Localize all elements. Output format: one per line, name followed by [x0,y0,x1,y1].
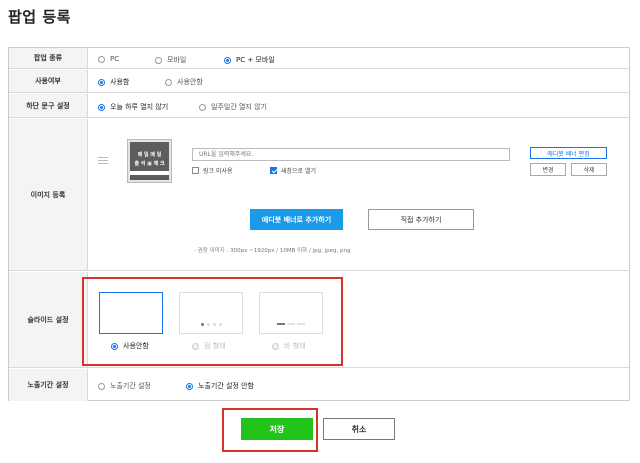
radio-today-indicator[interactable] [98,103,105,111]
radio-use-indicator[interactable] [98,78,105,86]
radio-week[interactable]: 일주일간 열지 않기 [199,102,267,112]
radio-exposure-unset[interactable]: 노출기간 설정 안함 [186,381,254,391]
radio-mobile[interactable]: 모바일 [155,55,186,65]
no-link-checkbox-box[interactable] [192,167,199,174]
radio-exposure-set[interactable]: 노출기간 설정 [98,381,151,391]
image-label: 이미지 등록 [9,119,88,270]
row-popup-type: 팝업 종류 PC 모바일 PC + 모바일 [9,48,629,69]
radio-mobile-label: 모바일 [167,56,187,64]
radio-pc-mobile-indicator[interactable] [224,56,231,64]
radio-pc-mobile[interactable]: PC + 모바일 [224,55,275,65]
add-editbot-banner-button[interactable]: 에디봇 배너로 추가하기 [250,209,343,230]
row-bottom-text: 하단 문구 설정 오늘 하루 열지 않기 일주일간 열지 않기 [9,94,629,118]
row-exposure: 노출기간 설정 노출기간 설정 노출기간 설정 안함 [9,369,629,401]
radio-mobile-indicator[interactable] [155,56,162,64]
drag-handle-icon[interactable] [98,157,108,164]
radio-pc-label: PC [110,55,120,63]
no-link-checkbox[interactable]: 링크 미사용 [192,166,233,175]
radio-pc-mobile-label: PC + 모바일 [236,56,275,64]
save-button[interactable]: 저장 [241,418,313,440]
radio-unuse[interactable]: 사용안함 [165,77,203,87]
radio-week-indicator[interactable] [199,103,206,111]
radio-week-label: 일주일간 열지 않기 [211,103,267,111]
row-usage: 사용여부 사용함 사용안함 [9,70,629,93]
add-direct-button[interactable]: 직접 추가하기 [368,209,474,230]
radio-today-label: 오늘 하루 열지 않기 [110,103,169,111]
radio-pc-indicator[interactable] [98,55,105,63]
radio-exposure-set-indicator[interactable] [98,382,105,390]
image-hint-text: - 권장 이미지 : 300px ~1920px / 10MB 이하 / jpg… [194,248,351,254]
popup-type-label: 팝업 종류 [9,48,88,68]
no-link-label: 링크 미사용 [203,168,233,175]
radio-use[interactable]: 사용함 [98,77,129,87]
edit-banner-button[interactable]: 에디봇 배너 편집 [530,147,607,159]
delete-button[interactable]: 삭제 [571,163,607,176]
cancel-button[interactable]: 취소 [323,418,395,440]
radio-use-label: 사용함 [110,78,130,86]
new-window-label: 새창으로 열기 [281,168,317,175]
new-window-checkbox[interactable]: 새창으로 열기 [270,166,316,175]
row-image: 이미지 등록 매 일 매 일 출 석 ▣ 체 크 링크 미사용 새창으로 열기 … [9,119,629,271]
banner-thumbnail: 매 일 매 일 출 석 ▣ 체 크 [127,139,172,183]
banner-text-line1: 매 일 매 일 [137,152,162,158]
page-title: 팝업 등록 [8,8,71,26]
banner-text-line2: 출 석 ▣ 체 크 [134,161,165,167]
radio-today[interactable]: 오늘 하루 열지 않기 [98,102,168,112]
radio-exposure-unset-label: 노출기간 설정 안함 [198,382,254,390]
radio-unuse-label: 사용안함 [177,78,203,86]
radio-exposure-unset-indicator[interactable] [186,382,193,390]
usage-label: 사용여부 [9,70,88,92]
radio-unuse-indicator[interactable] [165,78,172,86]
exposure-label: 노출기간 설정 [9,369,88,401]
change-button[interactable]: 변경 [530,163,566,176]
slide-label: 슬라이드 설정 [9,272,88,367]
slide-highlight-frame [82,277,343,366]
bottom-text-label: 하단 문구 설정 [9,94,88,117]
url-input[interactable] [192,148,510,161]
new-window-checkbox-box[interactable] [270,167,277,174]
banner-strip [130,171,169,175]
radio-pc[interactable]: PC [98,55,119,63]
radio-exposure-set-label: 노출기간 설정 [110,382,151,390]
